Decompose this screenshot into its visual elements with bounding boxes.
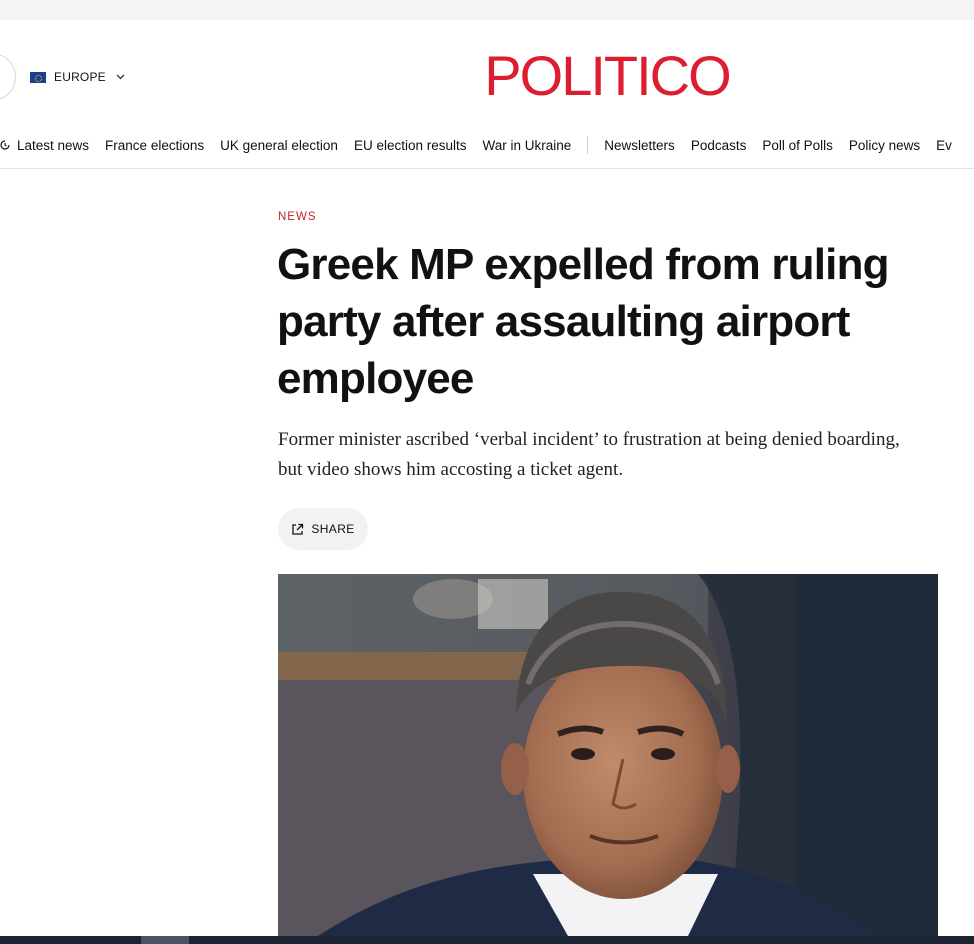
article-dek: Former minister ascribed ‘verbal inciden… — [278, 429, 900, 480]
politico-logo[interactable]: POLITICO — [474, 48, 740, 104]
nav-item-newsletters[interactable]: Newsletters — [604, 138, 675, 153]
nav-item-latest-news[interactable]: Latest news — [0, 138, 89, 153]
nav-item-label: War in Ukraine — [482, 137, 572, 153]
nav-divider — [587, 136, 589, 154]
menu-circle-button[interactable] — [0, 54, 16, 100]
edition-selector[interactable]: EUROPE — [30, 69, 125, 85]
nav-item-label: Poll of Polls — [762, 137, 833, 153]
nav-item-label: Ev — [936, 137, 952, 153]
nav-item-podcasts[interactable]: Podcasts — [691, 138, 747, 153]
nav-item-poll-of-polls[interactable]: Poll of Polls — [762, 138, 833, 153]
nav-item-label: EU election results — [353, 137, 467, 153]
chevron-down-icon — [116, 72, 125, 83]
nav-item-uk-general-election[interactable]: UK general election — [220, 138, 338, 153]
nav-item-label: Latest news — [17, 137, 90, 153]
external-share-icon — [292, 523, 304, 535]
browser-top-strip — [0, 0, 974, 20]
nav-item-events[interactable]: Ev — [936, 138, 952, 153]
article-hero-photo — [278, 574, 938, 936]
top-navigation: Latest news France elections UK general … — [0, 132, 974, 158]
article-kicker[interactable]: NEWS — [278, 211, 317, 223]
nav-item-war-in-ukraine[interactable]: War in Ukraine — [483, 138, 572, 153]
nav-item-eu-election-results[interactable]: EU election results — [354, 138, 467, 153]
nav-item-france-elections[interactable]: France elections — [105, 138, 204, 153]
eu-flag-icon — [30, 71, 46, 83]
nav-item-label: Policy news — [848, 137, 921, 153]
nav-item-policy-news[interactable]: Policy news — [849, 138, 920, 153]
nav-item-label: UK general election — [220, 137, 338, 153]
nav-item-label: Podcasts — [690, 137, 747, 153]
scrollbar-thumb[interactable] — [141, 936, 189, 944]
nav-divider-line — [0, 168, 974, 169]
article-headline: Greek MP expelled from ruling party afte… — [277, 240, 890, 403]
edition-label: EUROPE — [54, 70, 106, 84]
live-icon — [0, 140, 10, 150]
share-label: SHARE — [311, 522, 355, 536]
nav-item-label: France elections — [105, 137, 205, 153]
share-button[interactable]: SHARE — [278, 508, 368, 550]
nav-item-label: Newsletters — [604, 137, 675, 153]
bottom-scrollbar[interactable] — [0, 936, 974, 944]
